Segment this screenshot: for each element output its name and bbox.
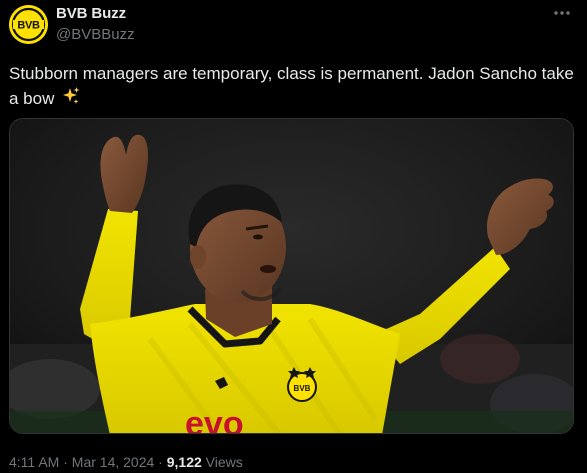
player-photo: evo BVB xyxy=(10,119,573,434)
sparkles-icon xyxy=(63,87,80,104)
author-block: BVB Buzz @BVBBuzz xyxy=(56,5,135,45)
avatar-letters: BVB xyxy=(17,19,40,31)
views-label: Views xyxy=(205,454,243,470)
tweet: BVB BVB Buzz @BVBBuzz Stubborn managers … xyxy=(0,0,587,473)
handle[interactable]: @BVBBuzz xyxy=(56,25,135,45)
views-count[interactable]: 9,122 xyxy=(167,454,202,470)
tweet-meta: 4:11 AM · Mar 14, 2024 · 9,122 Views xyxy=(9,453,243,471)
avatar[interactable]: BVB xyxy=(9,5,48,44)
jersey-crest: BVB xyxy=(294,384,311,393)
tweet-text: Stubborn managers are temporary, class i… xyxy=(9,62,579,111)
jersey-sponsor: evo xyxy=(185,405,244,434)
tweet-time[interactable]: 4:11 AM xyxy=(9,454,59,470)
meta-separator: · xyxy=(63,454,68,470)
tweet-body: Stubborn managers are temporary, class i… xyxy=(9,64,574,108)
display-name[interactable]: BVB Buzz xyxy=(56,5,135,23)
more-horizontal-icon xyxy=(554,11,570,15)
bvb-logo-icon: BVB xyxy=(9,5,48,44)
tweet-date[interactable]: Mar 14, 2024 xyxy=(72,454,155,470)
meta-separator: · xyxy=(158,454,163,470)
tweet-media-photo[interactable]: evo BVB xyxy=(9,118,574,434)
more-button[interactable] xyxy=(551,4,573,22)
